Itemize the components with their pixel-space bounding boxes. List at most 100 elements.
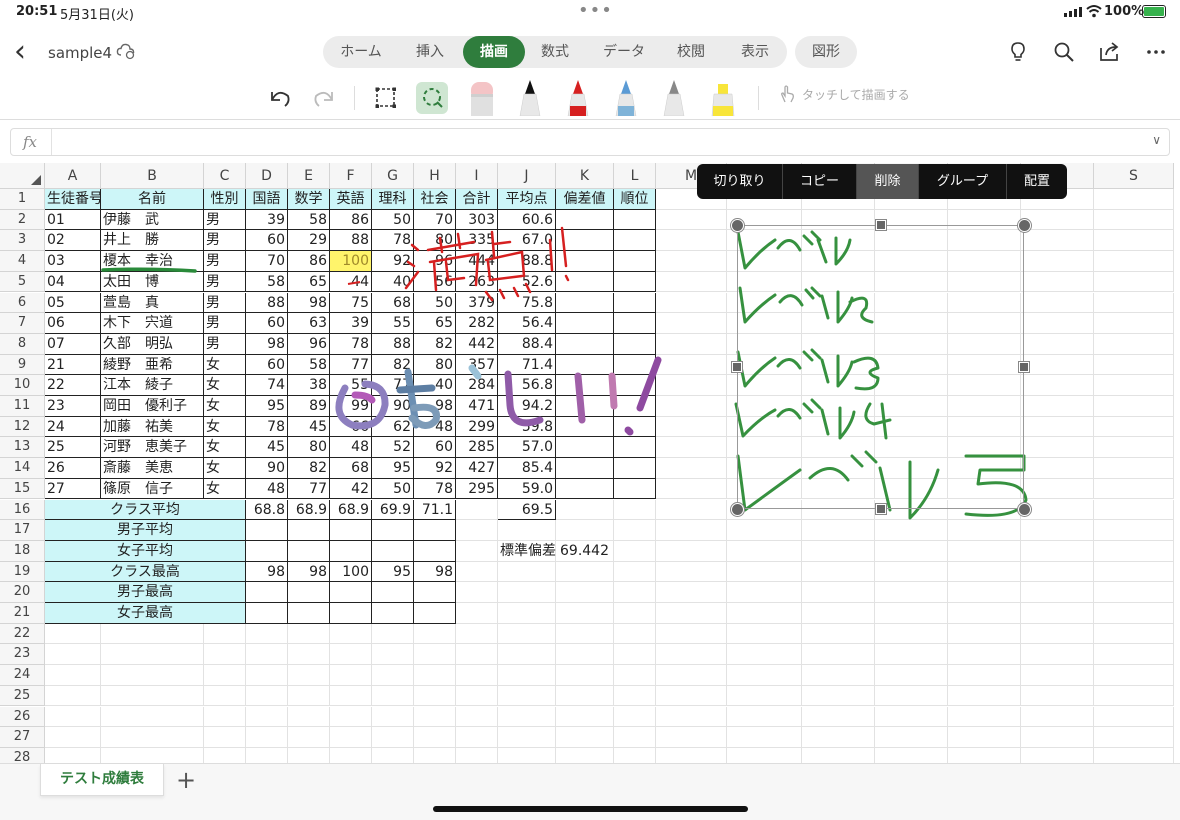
cell[interactable] bbox=[1021, 582, 1094, 603]
cell[interactable]: 98 bbox=[288, 292, 330, 314]
cell[interactable]: 58 bbox=[246, 271, 288, 293]
cell[interactable] bbox=[727, 520, 802, 541]
cell[interactable] bbox=[330, 623, 372, 645]
cell[interactable] bbox=[1094, 458, 1174, 479]
cell[interactable]: 68 bbox=[330, 458, 372, 479]
cell[interactable]: 井上 勝 bbox=[101, 230, 204, 252]
cell[interactable] bbox=[656, 685, 727, 707]
cell[interactable] bbox=[656, 520, 727, 541]
cell[interactable]: 標準偏差 bbox=[498, 540, 556, 562]
row-header[interactable]: 27 bbox=[0, 727, 45, 748]
cell[interactable]: 444 bbox=[456, 251, 498, 272]
row-header[interactable]: 21 bbox=[0, 603, 45, 624]
cell[interactable] bbox=[414, 582, 456, 603]
cell[interactable]: 江本 綾子 bbox=[101, 375, 204, 396]
cell[interactable] bbox=[1094, 582, 1174, 603]
cell[interactable] bbox=[948, 644, 1021, 666]
tab-insert[interactable]: 挿入 bbox=[399, 36, 461, 68]
cell[interactable] bbox=[498, 623, 556, 645]
cell[interactable]: 男 bbox=[204, 271, 246, 293]
cell[interactable] bbox=[1021, 623, 1094, 645]
row-header[interactable]: 2 bbox=[0, 209, 45, 231]
cell[interactable] bbox=[498, 685, 556, 707]
cell[interactable]: 順位 bbox=[614, 189, 656, 210]
cell[interactable] bbox=[656, 478, 727, 500]
cell[interactable]: 25 bbox=[45, 437, 101, 459]
eraser-icon[interactable] bbox=[468, 80, 496, 116]
search-icon[interactable] bbox=[1052, 40, 1076, 64]
cell[interactable]: 国語 bbox=[246, 189, 288, 210]
cell[interactable]: 65 bbox=[414, 313, 456, 334]
cell[interactable] bbox=[372, 665, 414, 686]
back-chevron-icon[interactable]: ‹ bbox=[14, 37, 38, 67]
row-header[interactable]: 18 bbox=[0, 540, 45, 562]
cell[interactable]: 299 bbox=[456, 416, 498, 438]
cell[interactable] bbox=[1094, 499, 1174, 521]
cell[interactable]: 69.9 bbox=[372, 499, 414, 521]
cell[interactable]: 斎藤 美恵 bbox=[101, 458, 204, 479]
cell[interactable] bbox=[246, 685, 288, 707]
cell[interactable] bbox=[1094, 603, 1174, 624]
cell[interactable] bbox=[614, 747, 656, 763]
cell[interactable] bbox=[1094, 230, 1174, 252]
row-header[interactable]: 1 bbox=[0, 189, 45, 210]
cell[interactable] bbox=[875, 665, 948, 686]
cell[interactable] bbox=[1094, 665, 1174, 686]
cell[interactable] bbox=[556, 333, 614, 355]
cell[interactable]: 岡田 優利子 bbox=[101, 396, 204, 417]
cell[interactable]: 357 bbox=[456, 354, 498, 376]
column-header[interactable]: E bbox=[288, 163, 330, 189]
cell[interactable] bbox=[45, 727, 101, 748]
cell[interactable] bbox=[288, 623, 330, 645]
cell[interactable] bbox=[1094, 333, 1174, 355]
cell[interactable]: 442 bbox=[456, 333, 498, 355]
cell[interactable] bbox=[614, 333, 656, 355]
cell[interactable]: 98 bbox=[288, 561, 330, 583]
cell[interactable]: 偏差値 bbox=[556, 189, 614, 210]
resize-handle-bottom-left[interactable] bbox=[731, 503, 744, 516]
add-sheet-button[interactable]: + bbox=[176, 766, 196, 794]
cell[interactable]: 88 bbox=[330, 230, 372, 252]
cell[interactable] bbox=[802, 706, 875, 728]
cell[interactable]: 48 bbox=[246, 478, 288, 500]
cell[interactable] bbox=[948, 706, 1021, 728]
cell[interactable] bbox=[414, 685, 456, 707]
multitask-dots-icon[interactable]: ••• bbox=[578, 0, 613, 21]
row-header[interactable]: 7 bbox=[0, 313, 45, 334]
cell[interactable]: 55 bbox=[372, 313, 414, 334]
cell[interactable] bbox=[802, 603, 875, 624]
cell[interactable] bbox=[45, 747, 101, 763]
cell[interactable]: 68.9 bbox=[288, 499, 330, 521]
cell[interactable]: 86 bbox=[330, 209, 372, 231]
cell[interactable]: 78 bbox=[330, 333, 372, 355]
cell[interactable] bbox=[556, 375, 614, 396]
cell[interactable] bbox=[330, 747, 372, 763]
cell[interactable]: 06 bbox=[45, 313, 101, 334]
cell[interactable] bbox=[948, 685, 1021, 707]
cell[interactable] bbox=[1094, 540, 1174, 562]
cell[interactable] bbox=[45, 665, 101, 686]
cell[interactable] bbox=[614, 271, 656, 293]
cell[interactable] bbox=[288, 685, 330, 707]
cell[interactable]: 22 bbox=[45, 375, 101, 396]
cell[interactable] bbox=[101, 727, 204, 748]
cell[interactable]: 56.8 bbox=[498, 375, 556, 396]
cell[interactable] bbox=[875, 685, 948, 707]
cell[interactable]: 木下 宍道 bbox=[101, 313, 204, 334]
cell[interactable] bbox=[498, 561, 556, 583]
column-header[interactable]: A bbox=[45, 163, 101, 189]
cell[interactable]: 285 bbox=[456, 437, 498, 459]
cell[interactable] bbox=[372, 540, 414, 562]
cell[interactable]: 女子最高 bbox=[45, 603, 246, 624]
cell[interactable]: 篠原 信子 bbox=[101, 478, 204, 500]
cell[interactable] bbox=[1094, 623, 1174, 645]
cell[interactable] bbox=[556, 747, 614, 763]
cell[interactable] bbox=[246, 644, 288, 666]
cell[interactable] bbox=[802, 561, 875, 583]
cell[interactable]: 66 bbox=[330, 416, 372, 438]
cell[interactable] bbox=[802, 644, 875, 666]
cell[interactable]: 女 bbox=[204, 478, 246, 500]
row-header[interactable]: 4 bbox=[0, 251, 45, 272]
cell[interactable] bbox=[875, 644, 948, 666]
cell[interactable] bbox=[372, 582, 414, 603]
